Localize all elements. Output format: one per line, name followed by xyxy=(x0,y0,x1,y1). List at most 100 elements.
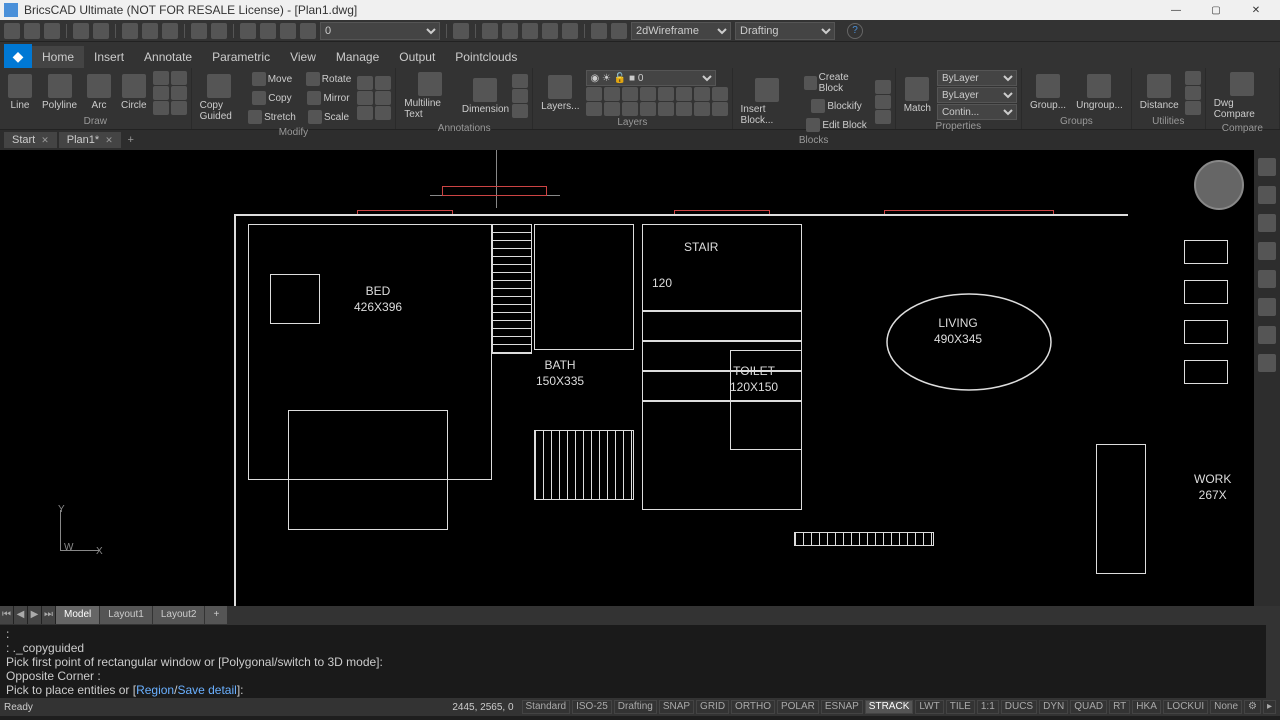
table-icon[interactable] xyxy=(512,89,528,103)
redo-icon[interactable] xyxy=(211,23,227,39)
spline-icon[interactable] xyxy=(153,101,169,115)
status-tile[interactable]: TILE xyxy=(946,700,975,714)
scrollbar[interactable] xyxy=(1266,625,1280,698)
status-rt[interactable]: RT xyxy=(1109,700,1130,714)
drawing-canvas[interactable]: BED426X396 BATH150X335 STAIR 120 TOILET1… xyxy=(0,150,1254,606)
layer-tool-icon[interactable] xyxy=(622,102,638,116)
status-strack[interactable]: STRACK xyxy=(865,700,914,714)
dim-icon[interactable] xyxy=(502,23,518,39)
model-tab[interactable]: Model xyxy=(56,606,100,624)
sheet-icon[interactable] xyxy=(1258,270,1276,288)
dwgcompare-button[interactable]: Dwg Compare xyxy=(1210,70,1275,122)
fillet-icon[interactable] xyxy=(357,91,373,105)
maximize-button[interactable]: ▢ xyxy=(1196,0,1236,20)
attach-icon[interactable] xyxy=(1258,242,1276,260)
tab-parametric[interactable]: Parametric xyxy=(202,46,280,68)
status-polar[interactable]: POLAR xyxy=(777,700,819,714)
layer-color-icon[interactable] xyxy=(300,23,316,39)
linetype-select[interactable]: Contin... xyxy=(937,104,1017,120)
tab-pointclouds[interactable]: Pointclouds xyxy=(445,46,527,68)
tab-insert[interactable]: Insert xyxy=(84,46,134,68)
status-standard[interactable]: Standard xyxy=(522,700,571,714)
hatch-icon[interactable] xyxy=(522,23,538,39)
tab-home[interactable]: Home xyxy=(32,46,84,68)
visual-icon[interactable] xyxy=(611,23,627,39)
status-snap[interactable]: SNAP xyxy=(659,700,694,714)
field-icon[interactable] xyxy=(512,104,528,118)
rotate-button[interactable]: Rotate xyxy=(302,70,355,88)
add-tab-button[interactable]: + xyxy=(123,134,139,146)
status-scale[interactable]: 1:1 xyxy=(977,700,999,714)
layer-dropdown[interactable]: 0 xyxy=(320,22,440,40)
layer-tool-icon[interactable] xyxy=(586,102,602,116)
arc-button[interactable]: Arc xyxy=(83,72,115,113)
gear-icon[interactable] xyxy=(591,23,607,39)
lineweight-select[interactable]: ByLayer xyxy=(937,87,1017,103)
layer-tool-icon[interactable] xyxy=(604,102,620,116)
hatch-icon[interactable] xyxy=(171,71,187,85)
mirror-button[interactable]: Mirror xyxy=(302,89,355,107)
status-lwt[interactable]: LWT xyxy=(915,700,943,714)
layer-tool-icon[interactable] xyxy=(658,102,674,116)
text-icon[interactable] xyxy=(542,23,558,39)
scale-button[interactable]: Scale xyxy=(302,108,355,126)
layout1-tab[interactable]: Layout1 xyxy=(100,606,153,624)
insert-block-button[interactable]: Insert Block... xyxy=(737,76,799,128)
help-icon[interactable]: ? xyxy=(847,23,863,39)
color-select[interactable]: ByLayer xyxy=(937,70,1017,86)
circle-button[interactable]: Circle xyxy=(117,72,151,113)
paste-icon[interactable] xyxy=(162,23,178,39)
rect-icon[interactable] xyxy=(153,71,169,85)
match-button[interactable]: Match xyxy=(900,75,935,116)
structure-icon[interactable] xyxy=(1258,326,1276,344)
status-workspace[interactable]: Drafting xyxy=(614,700,657,714)
id-icon[interactable] xyxy=(1185,101,1201,115)
copy-button[interactable]: Copy xyxy=(244,89,300,107)
status-dyn[interactable]: DYN xyxy=(1039,700,1068,714)
edit-block-button[interactable]: Edit Block xyxy=(800,116,872,134)
dimension-button[interactable]: Dimension xyxy=(461,76,510,117)
block-tool-icon[interactable] xyxy=(875,110,891,124)
blockify-button[interactable]: Blockify xyxy=(800,97,872,115)
prev-layout-button[interactable]: ◀ xyxy=(14,606,28,624)
move-button[interactable]: Move xyxy=(244,70,300,88)
status-grid[interactable]: GRID xyxy=(696,700,729,714)
layer-tool-icon[interactable] xyxy=(604,87,620,101)
fx-icon[interactable] xyxy=(1258,298,1276,316)
block-tool-icon[interactable] xyxy=(875,95,891,109)
layer-lock-icon[interactable] xyxy=(280,23,296,39)
layer-tool-icon[interactable] xyxy=(640,87,656,101)
layer-state-icon[interactable] xyxy=(240,23,256,39)
leader-icon[interactable] xyxy=(512,74,528,88)
point-icon[interactable] xyxy=(171,86,187,100)
layer-tool-icon[interactable] xyxy=(622,87,638,101)
cloud-icon[interactable] xyxy=(1258,354,1276,372)
layer-tool-icon[interactable] xyxy=(712,87,728,101)
tab-annotate[interactable]: Annotate xyxy=(134,46,202,68)
viewstyle-dropdown[interactable]: 2dWireframe xyxy=(631,22,731,40)
layer-tool-icon[interactable] xyxy=(676,102,692,116)
status-quad[interactable]: QUAD xyxy=(1070,700,1107,714)
new-icon[interactable] xyxy=(4,23,20,39)
status-iso[interactable]: ISO-25 xyxy=(572,700,612,714)
copy-icon[interactable] xyxy=(142,23,158,39)
trim-icon[interactable] xyxy=(357,76,373,90)
layers-button[interactable]: Layers... xyxy=(537,73,583,114)
last-layout-button[interactable]: ⏭ xyxy=(42,606,56,624)
minimize-button[interactable]: — xyxy=(1156,0,1196,20)
preview-icon[interactable] xyxy=(93,23,109,39)
layer-freeze-icon[interactable] xyxy=(260,23,276,39)
tool-icon[interactable] xyxy=(453,23,469,39)
offset-icon[interactable] xyxy=(375,106,391,120)
layer-tool-icon[interactable] xyxy=(640,102,656,116)
tab-view[interactable]: View xyxy=(280,46,326,68)
undo-icon[interactable] xyxy=(191,23,207,39)
ungroup-button[interactable]: Ungroup... xyxy=(1072,72,1127,113)
tab-manage[interactable]: Manage xyxy=(326,46,389,68)
open-icon[interactable] xyxy=(24,23,40,39)
app-menu-button[interactable]: ◆ xyxy=(4,44,32,68)
layer-tool-icon[interactable] xyxy=(712,102,728,116)
add-layout-button[interactable]: + xyxy=(205,606,228,624)
measure-icon[interactable] xyxy=(1185,71,1201,85)
tips-icon[interactable] xyxy=(1258,158,1276,176)
